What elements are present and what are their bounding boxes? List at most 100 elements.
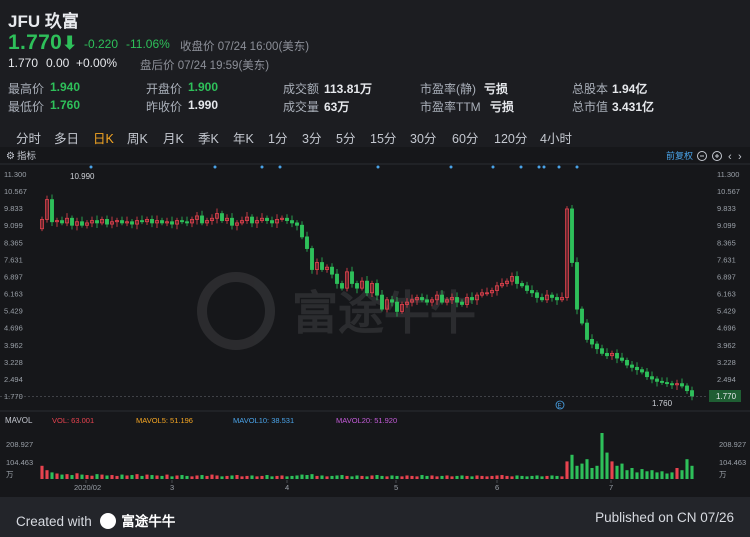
- volume-bar[interactable]: [65, 474, 69, 479]
- volume-bar[interactable]: [590, 467, 594, 479]
- tab-3min[interactable]: 3分: [302, 128, 321, 147]
- volume-bar[interactable]: [280, 475, 284, 479]
- candle-body[interactable]: [160, 220, 164, 224]
- candle-body[interactable]: [620, 357, 624, 361]
- tab-month-k[interactable]: 月K: [163, 128, 184, 147]
- volume-bar[interactable]: [185, 475, 189, 479]
- candle-body[interactable]: [270, 220, 274, 224]
- candle-body[interactable]: [660, 380, 664, 383]
- volume-bar[interactable]: [130, 475, 134, 479]
- volume-bar[interactable]: [230, 475, 234, 479]
- volume-bar[interactable]: [475, 475, 479, 479]
- volume-bar[interactable]: [540, 476, 544, 479]
- candle-body[interactable]: [185, 221, 189, 224]
- volume-bar[interactable]: [260, 475, 264, 479]
- candle-body[interactable]: [540, 297, 544, 301]
- candle-body[interactable]: [690, 390, 694, 397]
- candle-body[interactable]: [635, 366, 639, 371]
- candle-body[interactable]: [50, 199, 54, 223]
- candle-body[interactable]: [200, 215, 204, 224]
- volume-bar[interactable]: [420, 475, 424, 479]
- volume-bar[interactable]: [160, 475, 164, 479]
- candle-body[interactable]: [375, 283, 379, 296]
- candle-body[interactable]: [615, 352, 619, 359]
- candle-body[interactable]: [380, 294, 384, 310]
- candle-body[interactable]: [525, 285, 529, 291]
- volume-bar[interactable]: [585, 459, 589, 479]
- kline-chart-panel[interactable]: ⚙ 指标 前复权 ‹ › 富途牛牛 11.300 11.300 10.567 1…: [0, 147, 750, 497]
- volume-bar[interactable]: [95, 474, 99, 479]
- volume-bar[interactable]: [155, 475, 159, 479]
- tab-4hour[interactable]: 4小时: [540, 128, 572, 147]
- candle-body[interactable]: [530, 290, 534, 294]
- volume-bar[interactable]: [220, 476, 224, 479]
- volume-bar[interactable]: [340, 475, 344, 479]
- volume-bar[interactable]: [385, 476, 389, 479]
- candle-body[interactable]: [685, 385, 689, 392]
- volume-bar[interactable]: [665, 473, 669, 479]
- event-dot[interactable]: [519, 165, 523, 169]
- candle-body[interactable]: [285, 217, 289, 221]
- tab-multi-day[interactable]: 多日: [54, 128, 79, 147]
- volume-bar[interactable]: [445, 475, 449, 479]
- tab-day-k[interactable]: 日K: [93, 128, 114, 147]
- candle-body[interactable]: [580, 308, 584, 324]
- tab-60min[interactable]: 60分: [452, 128, 478, 147]
- volume-bar[interactable]: [40, 465, 44, 479]
- candle-body[interactable]: [250, 216, 254, 224]
- volume-bar[interactable]: [600, 433, 604, 479]
- left-arrow-icon[interactable]: ‹: [728, 151, 732, 163]
- volume-bar[interactable]: [470, 476, 474, 479]
- volume-bar[interactable]: [70, 475, 74, 479]
- event-dot[interactable]: [89, 165, 93, 169]
- event-dot[interactable]: [260, 165, 264, 169]
- event-dot[interactable]: [278, 165, 282, 169]
- volume-bar[interactable]: [225, 475, 229, 479]
- volume-bar[interactable]: [550, 475, 554, 479]
- volume-bar[interactable]: [300, 474, 304, 479]
- volume-bar[interactable]: [505, 475, 509, 479]
- candle-body[interactable]: [515, 276, 519, 284]
- candle-body[interactable]: [570, 208, 574, 263]
- volume-bar[interactable]: [375, 475, 379, 479]
- volume-bar[interactable]: [555, 475, 559, 479]
- candle-body[interactable]: [440, 294, 444, 303]
- volume-bar[interactable]: [565, 461, 569, 479]
- volume-bar[interactable]: [625, 470, 629, 479]
- volume-bar[interactable]: [255, 476, 259, 479]
- volume-bar[interactable]: [350, 476, 354, 479]
- volume-bar[interactable]: [480, 475, 484, 479]
- candle-body[interactable]: [230, 217, 234, 226]
- volume-bar[interactable]: [265, 475, 269, 479]
- candle-body[interactable]: [60, 220, 64, 224]
- tab-1min[interactable]: 1分: [268, 128, 287, 147]
- volume-bar[interactable]: [450, 476, 454, 479]
- volume-bar[interactable]: [320, 475, 324, 479]
- volume-bar[interactable]: [180, 475, 184, 479]
- candle-body[interactable]: [665, 382, 669, 385]
- event-dot[interactable]: [213, 165, 217, 169]
- volume-bar[interactable]: [325, 476, 329, 479]
- kline-chart[interactable]: ⚙ 指标 前复权 ‹ › 富途牛牛 11.300 11.30010.567 10…: [0, 147, 750, 497]
- volume-bar[interactable]: [460, 475, 464, 479]
- volume-bar[interactable]: [55, 473, 59, 479]
- volume-bar[interactable]: [75, 473, 79, 479]
- volume-bar[interactable]: [435, 476, 439, 479]
- candle-body[interactable]: [335, 273, 339, 284]
- candle-body[interactable]: [650, 376, 654, 380]
- volume-bar[interactable]: [50, 472, 54, 479]
- event-dot[interactable]: [376, 165, 380, 169]
- candle-body[interactable]: [365, 280, 369, 294]
- volume-bar[interactable]: [240, 476, 244, 479]
- candle-body[interactable]: [535, 292, 539, 298]
- volume-bar[interactable]: [670, 472, 674, 479]
- volume-bar[interactable]: [140, 475, 144, 479]
- volume-bar[interactable]: [270, 476, 274, 479]
- indicator-label[interactable]: 指标: [17, 150, 37, 162]
- volume-bar[interactable]: [680, 470, 684, 479]
- candle-body[interactable]: [355, 283, 359, 289]
- volume-bar[interactable]: [105, 475, 109, 479]
- candle-body[interactable]: [420, 297, 424, 301]
- candle-body[interactable]: [290, 220, 294, 224]
- candle-body[interactable]: [520, 283, 524, 287]
